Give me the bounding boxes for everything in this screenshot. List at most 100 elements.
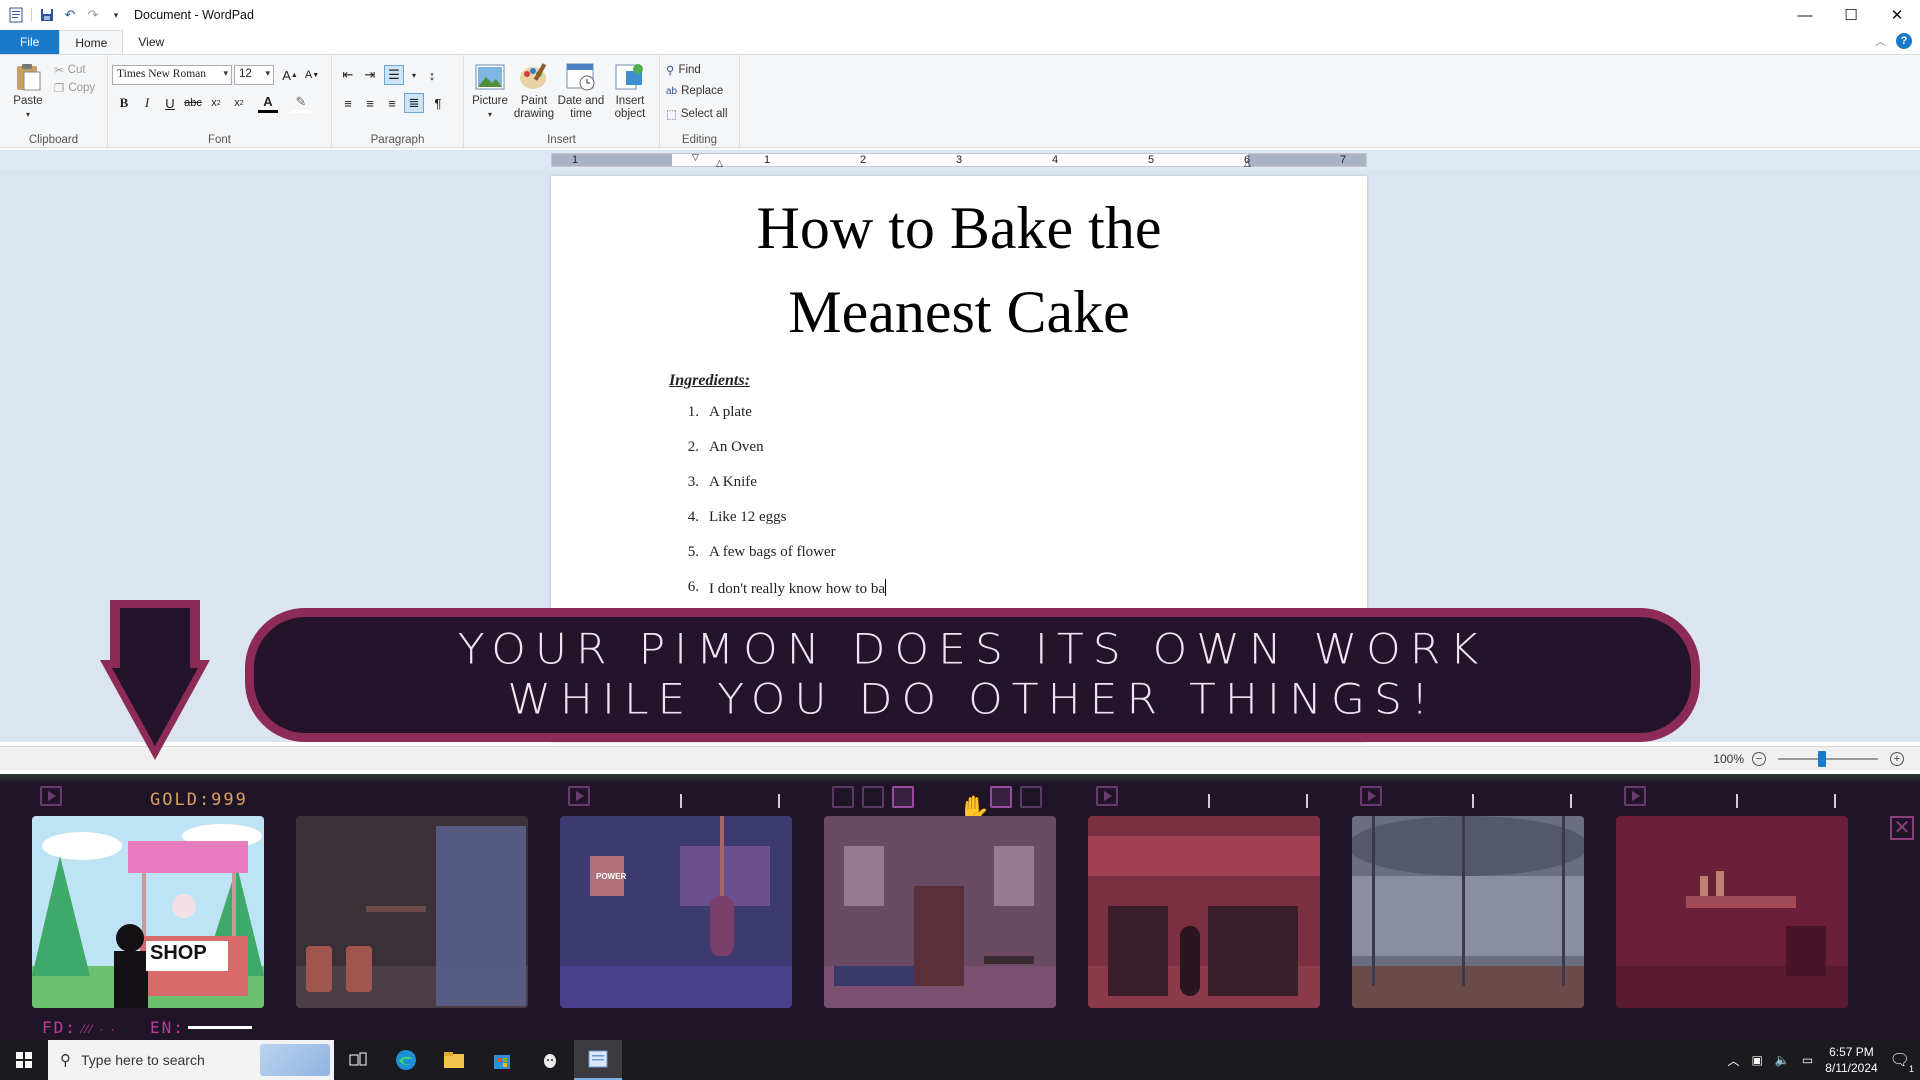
grow-font-button[interactable]: A ▲ xyxy=(280,65,300,85)
bullet-list-button[interactable]: ☰ xyxy=(384,65,404,85)
paste-dropdown-icon[interactable]: ▾ xyxy=(26,108,30,121)
subscript-button[interactable]: x2 xyxy=(206,93,226,113)
ruler-left-margin xyxy=(552,154,672,166)
hanging-indent-marker[interactable]: △ xyxy=(716,158,723,169)
ribbon-tabs: File Home View ︿ ? xyxy=(0,30,1920,54)
superscript-button[interactable]: x2 xyxy=(229,93,249,113)
strikethrough-button[interactable]: abc xyxy=(183,93,203,113)
paste-button[interactable]: Paste ▾ xyxy=(12,61,44,121)
bold-button[interactable]: B xyxy=(114,93,134,113)
redo-icon[interactable]: ↷ xyxy=(85,7,101,23)
room-stage[interactable] xyxy=(1352,816,1584,1008)
undo-icon[interactable]: ↶ xyxy=(62,7,78,23)
room-library[interactable] xyxy=(1088,816,1320,1008)
cut-button[interactable]: ✂ Cut xyxy=(54,63,86,77)
calendar-clock-icon xyxy=(566,63,595,91)
picture-button[interactable]: Picture ▾ xyxy=(470,61,510,121)
tool-pencil-icon[interactable] xyxy=(832,786,854,808)
document-title-line1: How to Bake the xyxy=(756,195,1162,261)
horizontal-ruler[interactable]: 1 1 2 3 4 5 6 7 ▽ △ △ xyxy=(551,152,1367,169)
file-explorer-icon[interactable] xyxy=(430,1040,478,1080)
justify-button[interactable]: ≣ xyxy=(404,93,424,113)
date-time-button[interactable]: Date and time xyxy=(556,61,606,121)
chevron-up-icon[interactable]: ︿ xyxy=(1728,1052,1740,1069)
wordpad-taskbar-icon[interactable] xyxy=(574,1040,622,1080)
decrease-indent-button[interactable]: ⇤ xyxy=(338,65,358,85)
increase-indent-button[interactable]: ⇥ xyxy=(360,65,380,85)
notification-center-icon[interactable]: 🗨 1 xyxy=(1890,1050,1914,1074)
room-bathroom[interactable] xyxy=(296,816,528,1008)
font-family-select[interactable]: Times New Roman ▾ xyxy=(112,65,232,85)
gold-counter: GOLD:999 xyxy=(150,790,248,810)
align-right-button[interactable]: ≡ xyxy=(382,93,402,113)
room-play-icon[interactable] xyxy=(568,786,590,806)
replace-button[interactable]: ab Replace xyxy=(666,85,723,97)
line-spacing-button[interactable]: ↕ xyxy=(422,65,442,85)
room-kitchen[interactable] xyxy=(1616,816,1848,1008)
tab-view[interactable]: View xyxy=(123,30,179,54)
room-shop[interactable]: SHOP xyxy=(32,816,264,1008)
store-icon[interactable] xyxy=(478,1040,526,1080)
food-label: FD: xyxy=(42,1018,77,1037)
room-tick xyxy=(1208,794,1210,808)
room-gym[interactable]: POWER xyxy=(560,816,792,1008)
room-play-icon[interactable] xyxy=(1096,786,1118,806)
save-icon[interactable] xyxy=(39,7,55,23)
notification-count: 1 xyxy=(1908,1064,1914,1074)
volume-icon[interactable]: 🔈 xyxy=(1775,1053,1790,1067)
room-play-icon[interactable] xyxy=(40,786,62,806)
taskbar-search[interactable]: ⚲ Type here to search xyxy=(48,1040,334,1080)
edge-browser-icon[interactable] xyxy=(382,1040,430,1080)
taskbar-clock[interactable]: 6:57 PM 8/11/2024 xyxy=(1825,1044,1878,1076)
paint-drawing-button[interactable]: Paint drawing xyxy=(512,61,556,121)
start-button[interactable] xyxy=(0,1040,48,1080)
room-tick xyxy=(778,794,780,808)
network-icon[interactable]: ▣ xyxy=(1752,1053,1763,1067)
display-icon[interactable]: ▭ xyxy=(1802,1053,1813,1067)
tab-file[interactable]: File xyxy=(0,30,60,54)
paragraph-settings-button[interactable]: ¶ xyxy=(428,93,448,113)
tab-home[interactable]: Home xyxy=(59,30,124,54)
close-button[interactable]: ✕ xyxy=(1874,0,1920,30)
room-play-icon[interactable] xyxy=(1624,786,1646,806)
zoom-slider[interactable] xyxy=(1778,750,1878,767)
room-play-icon[interactable] xyxy=(1360,786,1382,806)
pimon-app-icon[interactable] xyxy=(526,1040,574,1080)
zoom-out-button[interactable]: − xyxy=(1752,751,1766,766)
find-button[interactable]: ⚲ Find xyxy=(666,63,701,77)
tool-settings-icon[interactable] xyxy=(1020,786,1042,808)
zoom-slider-thumb[interactable] xyxy=(1818,750,1826,767)
text-color-button[interactable]: A xyxy=(258,93,278,113)
underline-button[interactable]: U xyxy=(160,93,180,113)
room-bedroom[interactable] xyxy=(824,816,1056,1008)
customize-qat-icon[interactable]: ▾ xyxy=(108,7,124,23)
select-all-button[interactable]: ⬚ Select all xyxy=(666,107,728,121)
task-view-icon[interactable] xyxy=(334,1040,382,1080)
right-indent-marker[interactable]: △ xyxy=(1244,158,1251,169)
tool-sleep-icon[interactable] xyxy=(862,786,884,808)
help-icon[interactable]: ? xyxy=(1896,33,1912,49)
gym-scene xyxy=(560,816,792,1008)
shrink-font-button[interactable]: A ▼ xyxy=(302,65,322,85)
collapse-ribbon-icon[interactable]: ︿ xyxy=(1875,33,1886,49)
tool-storage-icon[interactable] xyxy=(990,786,1012,808)
copy-button[interactable]: ❐ Copy xyxy=(54,81,95,95)
insert-group: Picture ▾ Paint drawing Date and time In… xyxy=(464,55,660,149)
list-number: 4. xyxy=(687,509,699,525)
tool-notes-icon[interactable] xyxy=(892,786,914,808)
highlight-color-button[interactable]: ✎ xyxy=(291,93,311,113)
first-line-indent-marker[interactable]: ▽ xyxy=(692,152,699,163)
close-game-icon[interactable]: ✕ xyxy=(1890,816,1914,840)
title-bar: ↶ ↷ ▾ Document - WordPad — ☐ ✕ xyxy=(0,0,1920,30)
maximize-button[interactable]: ☐ xyxy=(1828,0,1874,30)
font-size-select[interactable]: 12 ▾ xyxy=(234,65,274,85)
editing-group-label: Editing xyxy=(681,134,718,146)
italic-button[interactable]: I xyxy=(137,93,157,113)
zoom-in-button[interactable]: + xyxy=(1890,751,1904,766)
minimize-button[interactable]: — xyxy=(1782,0,1828,30)
insert-object-button[interactable]: Insert object xyxy=(606,61,654,121)
align-center-button[interactable]: ≡ xyxy=(360,93,380,113)
chevron-down-icon[interactable]: ▾ xyxy=(404,65,424,85)
wordpad-app-icon[interactable] xyxy=(8,7,24,23)
align-left-button[interactable]: ≡ xyxy=(338,93,358,113)
